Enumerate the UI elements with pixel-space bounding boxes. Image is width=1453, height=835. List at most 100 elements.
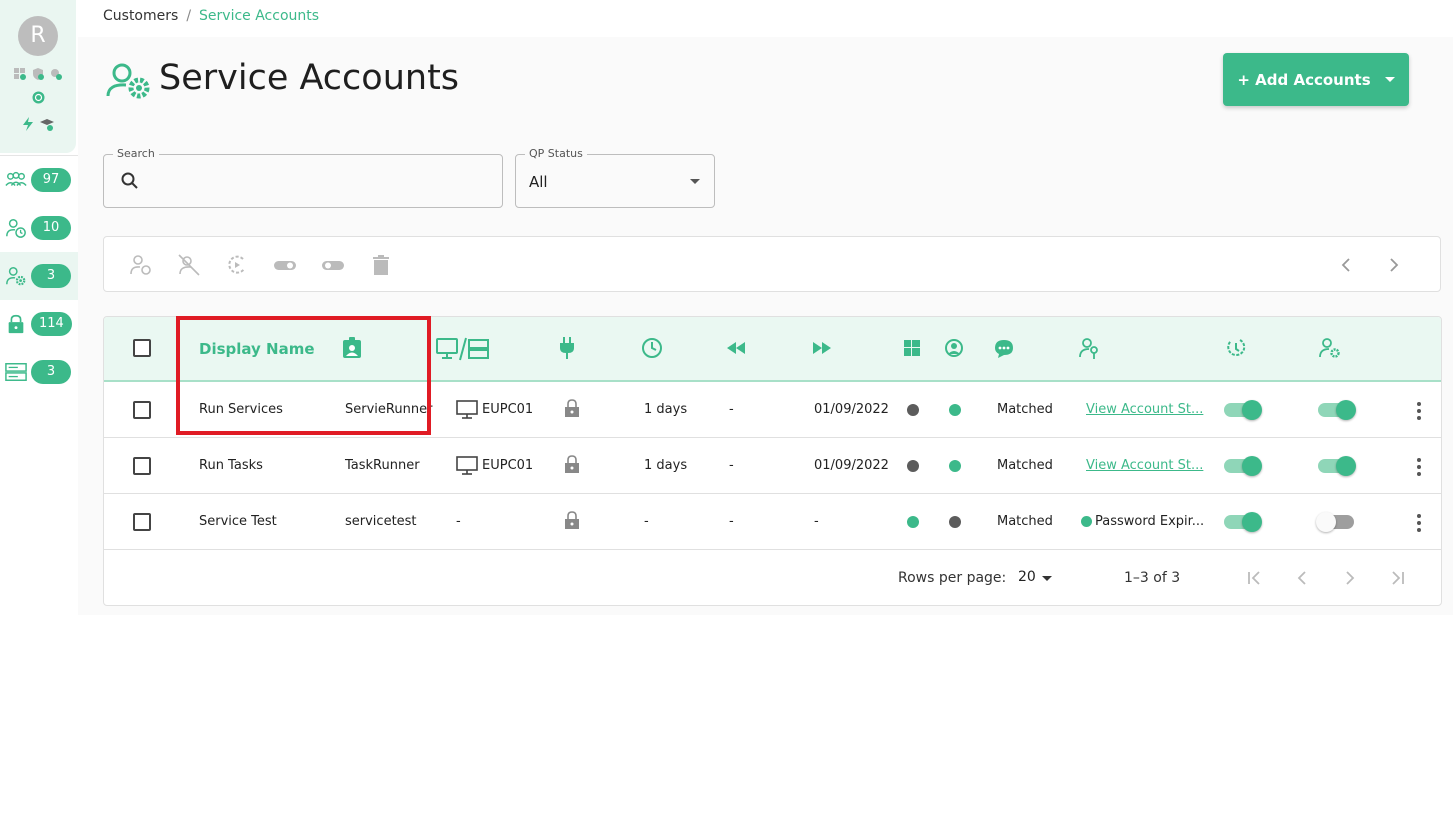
next-date-cell: - bbox=[814, 514, 819, 529]
next-page-icon[interactable] bbox=[1339, 567, 1361, 589]
service-accounts-table: Display Name Run Services ServieRunner E… bbox=[103, 316, 1442, 606]
rewind-icon[interactable] bbox=[727, 342, 745, 354]
breadcrumb: Customers / Service Accounts bbox=[103, 8, 319, 24]
timer-reset-icon[interactable] bbox=[1225, 337, 1247, 359]
user-gear-icon bbox=[6, 267, 26, 286]
page-range: 1–3 of 3 bbox=[1124, 570, 1181, 586]
clock-icon[interactable] bbox=[641, 337, 663, 359]
plug-icon[interactable] bbox=[559, 337, 575, 359]
last-page-icon[interactable] bbox=[1387, 567, 1409, 589]
chevron-right-icon[interactable] bbox=[1382, 253, 1406, 277]
users-group-icon bbox=[5, 171, 27, 186]
table-header: Display Name bbox=[104, 317, 1441, 382]
sync-row bbox=[0, 91, 76, 104]
search-input[interactable] bbox=[148, 169, 488, 193]
sidebar-item-passwords[interactable]: 114 bbox=[0, 300, 78, 348]
next-date-cell: 01/09/2022 bbox=[814, 402, 889, 417]
row-more-icon[interactable] bbox=[1417, 458, 1421, 479]
select-all-checkbox[interactable] bbox=[133, 339, 151, 357]
add-accounts-button[interactable]: + Add Accounts bbox=[1223, 53, 1409, 106]
search-icon bbox=[121, 172, 138, 189]
age-cell: 1 days bbox=[644, 458, 688, 473]
monitor-icon bbox=[456, 456, 478, 475]
page-title: Service Accounts bbox=[159, 58, 460, 98]
display-name-cell: Run Services bbox=[199, 402, 283, 417]
row-checkbox[interactable] bbox=[133, 401, 151, 419]
search-status-icon bbox=[51, 69, 62, 80]
windows-status-dot bbox=[907, 404, 919, 416]
sidebar-item-users[interactable]: 97 bbox=[0, 156, 78, 204]
table-row[interactable]: Run Tasks TaskRunner EUPC01 1 days - 01/… bbox=[104, 438, 1441, 494]
main-content: Customers / Service Accounts Service Accou… bbox=[78, 0, 1453, 615]
user-off-icon[interactable] bbox=[177, 253, 201, 277]
user-status-dot bbox=[949, 460, 961, 472]
sidebar-item-service-accounts[interactable]: 3 bbox=[0, 252, 78, 300]
previous-page-icon[interactable] bbox=[1291, 567, 1313, 589]
table-row[interactable]: Service Test servicetest - - - - Matched… bbox=[104, 494, 1441, 550]
user-clock-icon bbox=[6, 219, 26, 238]
qp-status-select[interactable]: QP Status All bbox=[515, 147, 715, 208]
status-cell: Matched bbox=[997, 514, 1053, 529]
search-field[interactable]: Search bbox=[103, 147, 503, 208]
sidebar-item-servers[interactable]: 3 bbox=[0, 348, 78, 396]
table-row[interactable]: Run Services ServieRunner EUPC01 1 days … bbox=[104, 382, 1441, 438]
rows-per-page-label: Rows per page: bbox=[898, 570, 1007, 586]
view-account-status-link[interactable]: View Account St... bbox=[1086, 402, 1203, 417]
row-more-icon[interactable] bbox=[1417, 402, 1421, 423]
user-clock-action-icon[interactable] bbox=[129, 253, 153, 277]
lock-icon bbox=[565, 455, 579, 473]
power-row bbox=[0, 117, 76, 131]
profile-panel: R bbox=[0, 0, 76, 153]
row-toggle-1[interactable] bbox=[1224, 400, 1262, 420]
toggle-off-icon[interactable] bbox=[321, 253, 345, 277]
row-toggle-1[interactable] bbox=[1224, 512, 1262, 532]
windows-icon[interactable] bbox=[904, 340, 920, 356]
row-more-icon[interactable] bbox=[1417, 514, 1421, 535]
view-account-status-link[interactable]: View Account St... bbox=[1086, 458, 1203, 473]
row-toggle-2[interactable] bbox=[1316, 512, 1354, 532]
row-toggle-2[interactable] bbox=[1318, 400, 1356, 420]
user-settings-icon[interactable] bbox=[1319, 337, 1341, 359]
rows-per-page-select[interactable]: 20 bbox=[1018, 569, 1036, 585]
monitor-server-icon[interactable] bbox=[436, 337, 490, 361]
trash-icon[interactable] bbox=[369, 253, 393, 277]
row-checkbox[interactable] bbox=[133, 513, 151, 531]
windows-status-icon bbox=[14, 68, 26, 80]
chat-icon[interactable] bbox=[994, 339, 1014, 359]
breadcrumb-separator: / bbox=[186, 8, 192, 24]
pagination-bar: Rows per page: 20 1–3 of 3 bbox=[104, 549, 1441, 605]
previous-cell: - bbox=[729, 458, 734, 473]
avatar[interactable]: R bbox=[18, 16, 58, 56]
breadcrumb-customers[interactable]: Customers bbox=[103, 8, 178, 24]
fast-forward-icon[interactable] bbox=[813, 342, 831, 354]
chevron-left-icon[interactable] bbox=[1334, 253, 1358, 277]
monitor-icon bbox=[456, 400, 478, 419]
rotate-icon[interactable] bbox=[225, 253, 249, 277]
row-toggle-2[interactable] bbox=[1318, 456, 1356, 476]
user-key-icon[interactable] bbox=[1079, 337, 1101, 359]
toggle-on-icon[interactable] bbox=[273, 253, 297, 277]
column-display-name[interactable]: Display Name bbox=[199, 340, 315, 358]
status-cell: Matched bbox=[997, 458, 1053, 473]
account-badge-icon[interactable] bbox=[342, 337, 362, 359]
next-date-cell: 01/09/2022 bbox=[814, 458, 889, 473]
account-name-cell: ServieRunner bbox=[345, 402, 433, 417]
bulk-actions-toolbar bbox=[103, 236, 1441, 292]
qp-status-label: QP Status bbox=[525, 147, 587, 160]
user-circle-icon[interactable] bbox=[945, 339, 963, 357]
row-checkbox[interactable] bbox=[133, 457, 151, 475]
graduation-cap-icon bbox=[40, 119, 54, 131]
dropdown-arrow-icon bbox=[690, 179, 700, 184]
password-status-dot bbox=[1081, 516, 1092, 527]
lock-icon bbox=[565, 511, 579, 529]
sidebar-count-badge: 3 bbox=[31, 264, 71, 288]
sidebar-item-user-clock[interactable]: 10 bbox=[0, 204, 78, 252]
sidebar: R 97 10 3 114 3 bbox=[0, 0, 78, 615]
display-name-cell: Service Test bbox=[199, 514, 277, 529]
rows-per-page-caret-icon[interactable] bbox=[1042, 576, 1052, 581]
previous-cell: - bbox=[729, 514, 734, 529]
row-toggle-1[interactable] bbox=[1224, 456, 1262, 476]
server-icon bbox=[5, 363, 27, 381]
machine-cell: EUPC01 bbox=[482, 402, 534, 417]
first-page-icon[interactable] bbox=[1243, 567, 1265, 589]
